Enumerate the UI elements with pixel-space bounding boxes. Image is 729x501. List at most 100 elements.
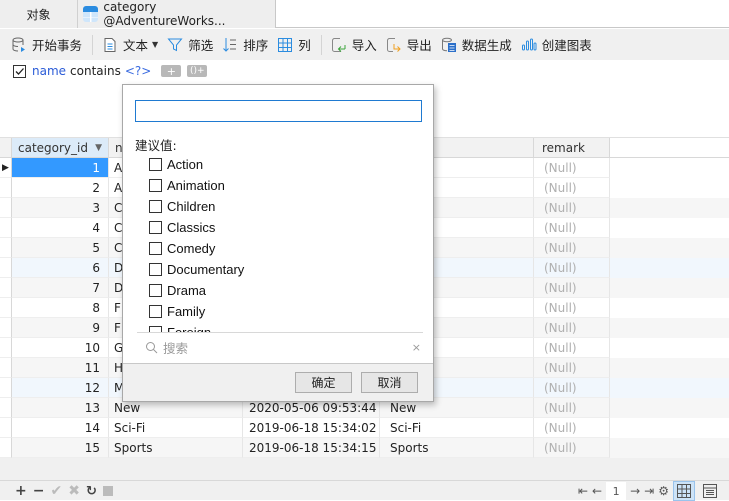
clear-search-icon[interactable]: ×	[412, 341, 421, 354]
suggestion-item[interactable]: Foreign	[149, 322, 419, 332]
gear-icon[interactable]: ⚙	[658, 484, 669, 498]
row-indicator[interactable]	[0, 218, 12, 238]
first-page-icon[interactable]: ⇤	[578, 484, 588, 498]
cell-remark[interactable]: (Null)	[534, 198, 610, 218]
form-view-button[interactable]	[699, 481, 721, 501]
suggestion-item[interactable]: Drama	[149, 280, 419, 301]
suggestion-item[interactable]: Family	[149, 301, 419, 322]
cell-name2[interactable]: Sci-Fi	[380, 418, 534, 438]
row-indicator[interactable]	[0, 398, 12, 418]
tab-category-table[interactable]: category @AdventureWorks...	[78, 0, 276, 28]
suggestion-checkbox[interactable]	[149, 242, 162, 255]
cell-remark[interactable]: (Null)	[534, 158, 610, 178]
cell-remark[interactable]: (Null)	[534, 358, 610, 378]
row-indicator[interactable]	[0, 178, 12, 198]
cell-remark[interactable]: (Null)	[534, 438, 610, 458]
row-indicator[interactable]	[0, 198, 12, 218]
row-indicator[interactable]	[0, 358, 12, 378]
cancel-button[interactable]: 取消	[361, 372, 418, 393]
suggestion-checkbox[interactable]	[149, 158, 162, 171]
suggestion-checkbox[interactable]	[149, 179, 162, 192]
cell-category-id[interactable]: 2	[12, 178, 109, 198]
grid-view-button[interactable]	[673, 481, 695, 501]
suggestion-item[interactable]: Comedy	[149, 238, 419, 259]
suggestion-checkbox[interactable]	[149, 221, 162, 234]
delete-record-icon[interactable]: −	[33, 483, 45, 499]
row-indicator[interactable]	[0, 238, 12, 258]
cell-name[interactable]: Sports	[109, 438, 243, 458]
data-generation-button[interactable]: 数据生成	[440, 33, 512, 57]
suggestion-search[interactable]: 搜索 ×	[145, 337, 421, 357]
add-group-button[interactable]: ()+	[187, 65, 208, 77]
row-indicator[interactable]	[0, 318, 12, 338]
cell-remark[interactable]: (Null)	[534, 398, 610, 418]
row-indicator[interactable]	[0, 278, 12, 298]
filter-value[interactable]: <?>	[125, 64, 151, 78]
begin-transaction-button[interactable]: 开始事务	[10, 33, 82, 57]
cell-remark[interactable]: (Null)	[534, 378, 610, 398]
cell-category-id[interactable]: 4	[12, 218, 109, 238]
suggestion-item[interactable]: Action	[149, 154, 419, 175]
previous-page-icon[interactable]: ←	[592, 484, 602, 498]
export-button[interactable]: 导出	[385, 33, 432, 57]
suggestion-checkbox[interactable]	[149, 305, 162, 318]
tab-objects[interactable]: 对象	[0, 0, 78, 28]
cell-category-id[interactable]: 13	[12, 398, 109, 418]
cell-remark[interactable]: (Null)	[534, 298, 610, 318]
row-indicator[interactable]	[0, 418, 12, 438]
row-indicator[interactable]	[0, 378, 12, 398]
columns-button[interactable]: 列	[276, 33, 311, 57]
row-indicator[interactable]	[0, 298, 12, 318]
row-indicator[interactable]	[0, 338, 12, 358]
column-header-remark[interactable]: remark	[534, 138, 610, 158]
cell-category-id[interactable]: 1	[12, 158, 109, 178]
next-page-icon[interactable]: →	[630, 484, 640, 498]
sort-button[interactable]: 排序	[221, 33, 268, 57]
page-number-input[interactable]: 1	[606, 482, 627, 500]
filter-value-input[interactable]	[135, 100, 422, 122]
ok-button[interactable]: 确定	[295, 372, 352, 393]
suggestion-checkbox[interactable]	[149, 263, 162, 276]
text-button[interactable]: 文本 ▼	[101, 33, 158, 57]
filter-icon[interactable]: ▼	[95, 143, 102, 153]
suggestion-item[interactable]: Children	[149, 196, 419, 217]
cell-name2[interactable]: Sports	[380, 438, 534, 458]
cell-category-id[interactable]: 5	[12, 238, 109, 258]
cell-category-id[interactable]: 6	[12, 258, 109, 278]
cell-category-id[interactable]: 12	[12, 378, 109, 398]
cell-remark[interactable]: (Null)	[534, 318, 610, 338]
cell-category-id[interactable]: 8	[12, 298, 109, 318]
filter-enabled-checkbox[interactable]	[13, 64, 26, 78]
cell-last-update[interactable]: 2019-06-18 15:34:02	[243, 418, 380, 438]
cell-remark[interactable]: (Null)	[534, 178, 610, 198]
filter-operator[interactable]: contains	[70, 64, 121, 78]
discard-changes-icon[interactable]: ✖	[68, 483, 80, 499]
suggestion-checkbox[interactable]	[149, 284, 162, 297]
cell-category-id[interactable]: 15	[12, 438, 109, 458]
cell-category-id[interactable]: 3	[12, 198, 109, 218]
filter-button[interactable]: 筛选	[166, 33, 213, 57]
column-header-category-id[interactable]: category_id ▼	[12, 138, 109, 158]
cell-category-id[interactable]: 7	[12, 278, 109, 298]
row-indicator[interactable]: ▶	[0, 158, 12, 178]
create-chart-button[interactable]: 创建图表	[520, 33, 592, 57]
add-record-icon[interactable]: +	[15, 483, 27, 499]
refresh-icon[interactable]: ↻	[86, 484, 97, 499]
cell-category-id[interactable]: 9	[12, 318, 109, 338]
cell-name[interactable]: Sci-Fi	[109, 418, 243, 438]
cell-remark[interactable]: (Null)	[534, 218, 610, 238]
suggestion-item[interactable]: Documentary	[149, 259, 419, 280]
add-condition-button[interactable]: +	[161, 65, 182, 78]
suggestion-item[interactable]: Animation	[149, 175, 419, 196]
filter-field[interactable]: name	[32, 64, 66, 78]
cell-last-update[interactable]: 2019-06-18 15:34:15	[243, 438, 380, 458]
import-button[interactable]: 导入	[330, 33, 377, 57]
suggestion-checkbox[interactable]	[149, 200, 162, 213]
cell-category-id[interactable]: 14	[12, 418, 109, 438]
table-row[interactable]: 14 Sci-Fi 2019-06-18 15:34:02 Sci-Fi (Null)	[0, 418, 729, 438]
apply-changes-icon[interactable]: ✔	[50, 483, 62, 499]
last-page-icon[interactable]: ⇥	[644, 484, 654, 498]
cell-remark[interactable]: (Null)	[534, 418, 610, 438]
cell-remark[interactable]: (Null)	[534, 338, 610, 358]
cell-category-id[interactable]: 11	[12, 358, 109, 378]
